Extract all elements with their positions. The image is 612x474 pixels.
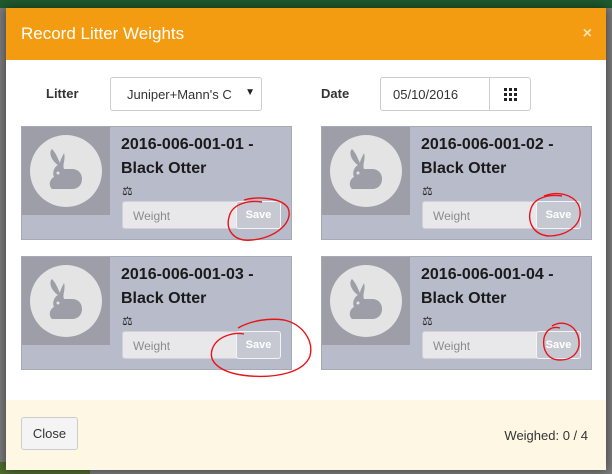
card-id: 2016-006-001-01 - [121, 136, 254, 153]
card-image [22, 257, 110, 345]
weight-input[interactable]: Weight [122, 331, 240, 359]
save-button[interactable]: Save [236, 331, 281, 359]
save-button[interactable]: Save [536, 201, 581, 229]
weight-input[interactable]: Weight [122, 201, 240, 229]
card-image [322, 257, 410, 345]
date-label: Date [321, 86, 350, 101]
card-name: Black Otter [421, 160, 507, 177]
save-button[interactable]: Save [536, 331, 581, 359]
record-litter-weights-modal: Record Litter Weights × Litter Juniper+M… [6, 8, 606, 470]
litter-label: Litter [46, 86, 79, 101]
card-title: 2016-006-001-02 - Black Otter [421, 133, 589, 181]
close-button[interactable]: Close [21, 417, 78, 450]
close-icon[interactable]: × [583, 25, 592, 43]
litter-card: 2016-006-001-04 - Black Otter ⚖ Weight S… [321, 256, 592, 370]
card-id: 2016-006-001-04 - [421, 266, 554, 283]
card-id: 2016-006-001-02 - [421, 136, 554, 153]
modal-title: Record Litter Weights [21, 24, 185, 43]
litter-card: 2016-006-001-02 - Black Otter ⚖ Weight S… [321, 126, 592, 240]
calendar-button[interactable] [489, 77, 531, 111]
scale-icon: ⚖ [122, 184, 133, 198]
rabbit-icon [30, 265, 102, 337]
card-image [322, 127, 410, 215]
calendar-grid-icon [503, 87, 517, 101]
modal-footer: Close Weighed: 0 / 4 [6, 400, 606, 470]
card-id: 2016-006-001-03 - [121, 266, 254, 283]
save-button[interactable]: Save [236, 201, 281, 229]
litter-card: 2016-006-001-01 - Black Otter ⚖ Weight S… [21, 126, 292, 240]
background-topbar [0, 0, 612, 8]
litter-select[interactable]: Juniper+Mann's C ▼ [110, 77, 262, 111]
rabbit-icon [30, 135, 102, 207]
date-input[interactable]: 05/10/2016 [380, 77, 490, 111]
filter-controls: Litter Juniper+Mann's C ▼ Date 05/10/201… [6, 76, 606, 112]
litter-card: 2016-006-001-03 - Black Otter ⚖ Weight S… [21, 256, 292, 370]
card-title: 2016-006-001-04 - Black Otter [421, 263, 589, 311]
rabbit-icon [330, 265, 402, 337]
weight-input[interactable]: Weight [422, 201, 540, 229]
card-name: Black Otter [421, 290, 507, 307]
card-title: 2016-006-001-01 - Black Otter [121, 133, 289, 181]
scale-icon: ⚖ [422, 184, 433, 198]
rabbit-icon [330, 135, 402, 207]
scale-icon: ⚖ [122, 314, 133, 328]
scale-icon: ⚖ [422, 314, 433, 328]
weighed-count: Weighed: 0 / 4 [504, 428, 588, 443]
chevron-down-icon: ▼ [245, 87, 255, 98]
card-image [22, 127, 110, 215]
litter-select-value: Juniper+Mann's C [127, 87, 232, 102]
card-name: Black Otter [121, 290, 207, 307]
card-title: 2016-006-001-03 - Black Otter [121, 263, 289, 311]
card-name: Black Otter [121, 160, 207, 177]
modal-header: Record Litter Weights × [6, 8, 606, 60]
weight-input[interactable]: Weight [422, 331, 540, 359]
